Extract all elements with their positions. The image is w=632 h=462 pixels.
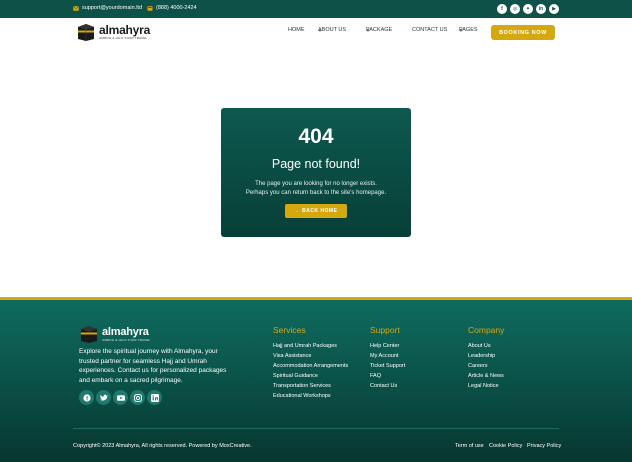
footer-link[interactable]: Article & News	[468, 371, 504, 381]
company-heading: Company	[468, 325, 505, 335]
site-logo[interactable]: almahyra UMROH & HAJJ TOUR TRAVEL	[76, 23, 150, 41]
linkedin-icon[interactable]: in	[536, 4, 546, 14]
footer-divider	[73, 428, 559, 429]
error-card: 404 Page not found! The page you are loo…	[221, 108, 411, 237]
footer-socials: f	[79, 390, 162, 405]
brand-name: almahyra	[99, 23, 151, 37]
error-title: Page not found!	[271, 157, 361, 171]
chevron-down-icon: ▼	[318, 27, 322, 33]
privacy-policy-link[interactable]: Privacy Policy	[527, 443, 561, 449]
site-header: almahyra UMROH & HAJJ TOUR TRAVEL HOME A…	[0, 18, 632, 48]
footer-logo[interactable]: almahyra UMROH & HAJJ TOUR TRAVEL	[79, 325, 150, 343]
top-bar: support@yourdomain.ltd (888) 4000-2424 f…	[0, 0, 632, 18]
phone-contact[interactable]: (888) 4000-2424	[147, 5, 197, 11]
footer-brand-tagline: UMROH & HAJJ TOUR TRAVEL	[102, 337, 151, 342]
services-heading: Services	[273, 325, 306, 335]
footer-services-column: Services Hajj and Umrah Packages Visa As…	[273, 325, 348, 401]
error-description: The page you are looking for no longer e…	[221, 180, 411, 197]
email-text: support@yourdomain.ltd	[82, 5, 143, 11]
footer-link[interactable]: Educational Workshops	[273, 391, 348, 401]
footer-brand-name: almahyra	[102, 325, 149, 338]
footer-link[interactable]: Contact Us	[370, 381, 405, 391]
nav-about-label: ABOUT US	[318, 27, 347, 33]
footer-link[interactable]: Spiritual Guidance	[273, 371, 348, 381]
chevron-down-icon: ▼	[459, 27, 463, 33]
site-footer: almahyra UMROH & HAJJ TOUR TRAVEL Explor…	[0, 300, 632, 462]
booking-now-button[interactable]: BOOKING NOW	[491, 25, 555, 40]
footer-link[interactable]: Leadership	[468, 351, 504, 361]
facebook-icon[interactable]: f	[497, 4, 507, 14]
topbar-socials: f ◎ ✦ in ▶	[497, 4, 559, 14]
footer-description: Explore the spiritual journey with Almah…	[79, 348, 227, 384]
facebook-icon[interactable]: f	[79, 390, 94, 405]
instagram-icon[interactable]: ◎	[510, 4, 520, 14]
error-line-2: Perhaps you can return back to the site'…	[245, 189, 387, 196]
footer-link[interactable]: Careers	[468, 361, 504, 371]
footer-support-column: Support Help Center My Account Ticket Su…	[370, 325, 405, 391]
kaaba-logo-icon	[81, 326, 97, 343]
linkedin-icon[interactable]	[147, 390, 162, 405]
arrow-left-icon: ←	[294, 208, 301, 214]
error-code: 404	[298, 125, 334, 148]
footer-link[interactable]: Hajj and Umrah Packages	[273, 341, 348, 351]
footer-link[interactable]: Ticket Support	[370, 361, 405, 371]
error-line-1: The page you are looking for no longer e…	[255, 181, 377, 187]
email-contact[interactable]: support@yourdomain.ltd	[73, 5, 142, 11]
support-heading: Support	[370, 325, 400, 335]
youtube-icon[interactable]	[113, 390, 128, 405]
copyright-text: Copyright© 2023 Almahyra, All rights res…	[73, 443, 252, 449]
footer-link[interactable]: Visa Assistance	[273, 351, 348, 361]
twitter-icon[interactable]: ✦	[523, 4, 533, 14]
phone-icon	[147, 5, 153, 11]
brand-tagline: UMROH & HAJJ TOUR TRAVEL	[99, 36, 148, 40]
footer-link[interactable]: About Us	[468, 341, 504, 351]
phone-text: (888) 4000-2424	[156, 5, 197, 11]
footer-link[interactable]: FAQ	[370, 371, 405, 381]
footer-link[interactable]: My Account	[370, 351, 405, 361]
terms-link[interactable]: Term of use	[455, 443, 484, 449]
envelope-icon	[73, 5, 79, 11]
nav-contact-label: CONTACT US	[412, 27, 448, 33]
footer-link[interactable]: Help Center	[370, 341, 405, 351]
cookie-policy-link[interactable]: Cookie Policy	[489, 443, 522, 449]
back-home-button[interactable]: ← BACK HOME	[285, 204, 347, 218]
chevron-down-icon: ▼	[366, 27, 370, 33]
footer-company-column: Company About Us Leadership Careers Arti…	[468, 325, 504, 391]
kaaba-logo-icon	[78, 24, 94, 41]
footer-link[interactable]: Transportation Services	[273, 381, 348, 391]
instagram-icon[interactable]	[130, 390, 145, 405]
svg-text:f: f	[86, 396, 88, 402]
back-home-label: BACK HOME	[302, 208, 338, 214]
footer-link[interactable]: Accommodation Arrangements	[273, 361, 348, 371]
footer-link[interactable]: Legal Notice	[468, 381, 504, 391]
twitter-icon[interactable]	[96, 390, 111, 405]
youtube-icon[interactable]: ▶	[549, 4, 559, 14]
nav-home-label: HOME	[288, 27, 305, 33]
